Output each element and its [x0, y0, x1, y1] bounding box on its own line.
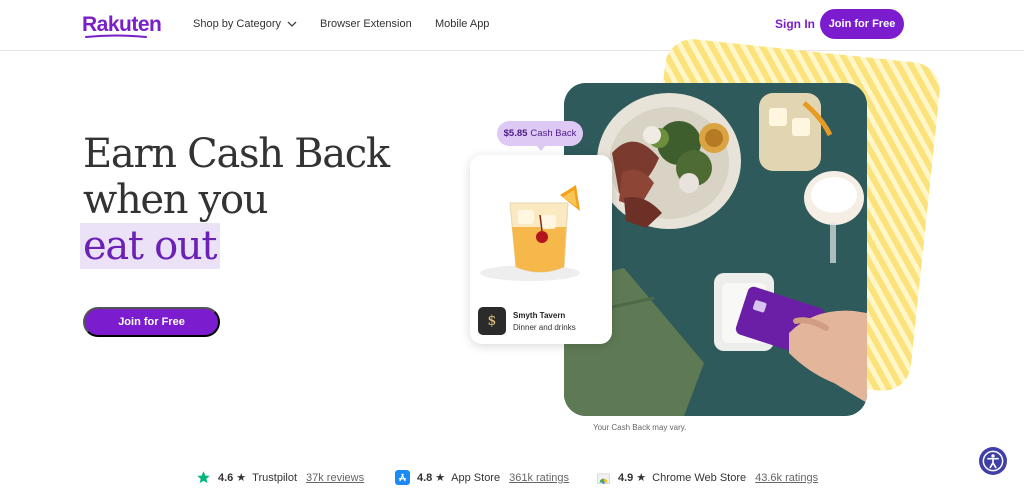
- hero-heading: Earn Cash Back when you eat out: [80, 131, 390, 269]
- merchant-logo-glyph: $: [487, 313, 497, 329]
- rating-trustpilot: 4.6 ★ Trustpilot 37k reviews: [196, 470, 364, 485]
- ratings-bar: 4.6 ★ Trustpilot 37k reviews 4.8 ★ App S…: [0, 470, 1024, 490]
- join-for-free-header-button[interactable]: Join for Free: [820, 9, 904, 39]
- rating-reviews-link[interactable]: 37k reviews: [306, 472, 364, 484]
- merchant-name: Smyth Tavern: [513, 311, 566, 320]
- cashback-bubble: $5.85 Cash Back: [497, 121, 583, 146]
- cocktail-illustration: [470, 155, 612, 300]
- cashback-label: Cash Back: [530, 128, 577, 139]
- star-icon: ★: [435, 472, 446, 484]
- rating-score: 4.8: [417, 471, 433, 484]
- nav-browser-extension[interactable]: Browser Extension: [320, 18, 412, 30]
- site-header: Rakuten Shop by Category Browser Extensi…: [0, 0, 1024, 51]
- cashback-amount: $5.85: [503, 128, 528, 139]
- cashback-disclaimer: Your Cash Back may vary.: [593, 423, 687, 432]
- accessibility-icon: [982, 450, 1004, 472]
- smyth-tavern-logo: $: [478, 307, 506, 335]
- hero-heading-line2: when you: [83, 177, 269, 223]
- nav-shop-by-category[interactable]: Shop by Category: [193, 18, 297, 30]
- merchant-offer-card: $ Smyth Tavern Dinner and drinks: [470, 155, 612, 344]
- nav-shop-by-category-label: Shop by Category: [193, 18, 282, 30]
- rating-score: 4.6: [218, 471, 234, 484]
- rating-source: Chrome Web Store: [652, 471, 747, 484]
- star-icon: ★: [636, 472, 647, 484]
- nav-mobile-app[interactable]: Mobile App: [435, 18, 489, 30]
- rating-chrome-web-store: 4.9 ★ Chrome Web Store 43.6k ratings: [596, 470, 818, 485]
- rating-app-store: 4.8 ★ App Store 361k ratings: [395, 470, 569, 485]
- logo-swoosh-icon: [85, 34, 147, 38]
- join-for-free-hero-button[interactable]: Join for Free: [83, 307, 220, 337]
- hero-heading-highlight: eat out: [80, 223, 221, 269]
- star-icon: ★: [236, 472, 247, 484]
- hero-heading-line1: Earn Cash Back: [83, 131, 390, 177]
- rating-reviews-link[interactable]: 43.6k ratings: [755, 472, 818, 484]
- sign-in-link[interactable]: Sign In: [775, 17, 815, 31]
- accessibility-button[interactable]: [979, 447, 1007, 475]
- rating-reviews-link[interactable]: 361k ratings: [509, 472, 569, 484]
- rating-source: Trustpilot: [252, 471, 297, 484]
- app-store-icon: [395, 470, 410, 485]
- rating-score: 4.9: [618, 471, 634, 484]
- chevron-down-icon: [287, 21, 297, 27]
- chrome-web-store-icon: [596, 470, 611, 485]
- merchant-description: Dinner and drinks: [513, 323, 576, 332]
- trustpilot-star-icon: [196, 470, 211, 485]
- cashback-bubble-tail: [536, 145, 546, 151]
- rating-source: App Store: [451, 471, 501, 484]
